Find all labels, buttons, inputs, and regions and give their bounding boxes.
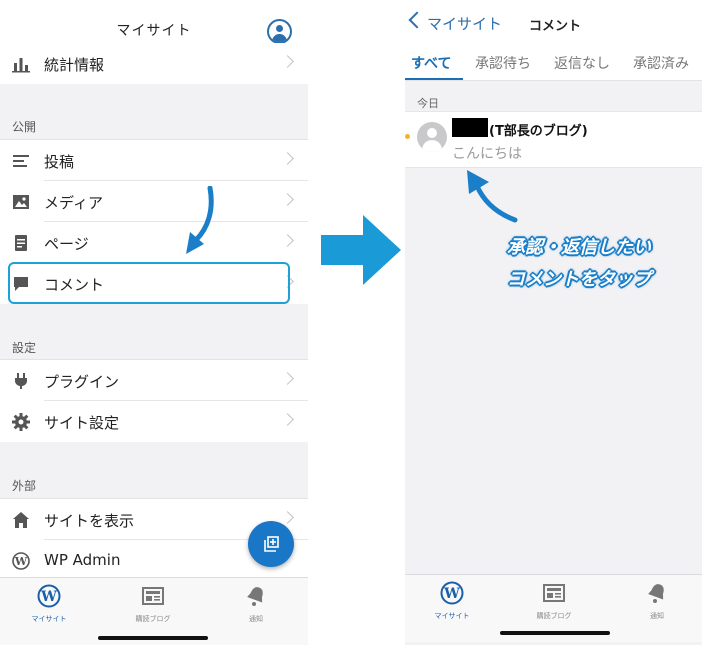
gear-icon: [12, 413, 30, 431]
menu-item-label: 統計情報: [44, 56, 105, 74]
menu-item-label: メディア: [44, 194, 103, 212]
wordpress-icon: W: [12, 552, 30, 570]
annotation-line: 承認・返信したい: [507, 237, 651, 258]
menu-item-label: サイトを表示: [44, 512, 135, 530]
page-title: マイサイト: [116, 23, 192, 39]
tab-reader[interactable]: 購読ブログ: [113, 584, 193, 624]
pointer-arrow-icon: [467, 170, 518, 223]
pointer-arrow-icon: [186, 186, 214, 254]
tab-notifications[interactable]: 通知: [617, 581, 697, 621]
comment-author: (T部長のブログ): [489, 124, 588, 139]
tab-label: マイサイト: [434, 612, 470, 620]
tab-label: 購読ブログ: [135, 615, 171, 623]
chevron-right-icon: [281, 413, 294, 426]
tab-pending[interactable]: 承認待ち: [475, 53, 531, 73]
menu-item-label: プラグイン: [44, 373, 120, 391]
chevron-right-icon: [281, 372, 294, 385]
unread-indicator: [405, 134, 410, 139]
tab-approved[interactable]: 承認済み: [633, 53, 689, 73]
tab-label: 通知: [650, 612, 664, 620]
new-post-button[interactable]: [248, 521, 294, 567]
home-icon: [13, 512, 29, 528]
account-icon[interactable]: [267, 19, 292, 44]
media-icon: [13, 195, 29, 209]
svg-text:W: W: [40, 589, 57, 605]
menu-item-site-settings[interactable]: サイト設定: [0, 401, 308, 442]
bell-icon: [247, 587, 263, 606]
tab-label: 購読ブログ: [536, 612, 572, 620]
arrow-right-icon: [321, 215, 401, 285]
tab-all[interactable]: すべて: [411, 53, 451, 73]
highlight-box: [8, 262, 290, 304]
pages-icon: [15, 235, 27, 251]
active-tab-indicator: [405, 78, 463, 80]
tab-label: 通知: [249, 615, 263, 623]
reader-icon: [543, 584, 565, 602]
tab-label: マイサイト: [31, 615, 67, 623]
chevron-right-icon: [281, 152, 294, 165]
comment-row[interactable]: (T部長のブログ) こんにちは: [405, 111, 702, 168]
home-indicator: [98, 636, 208, 640]
tab-my-site[interactable]: W マイサイト: [9, 584, 89, 624]
menu-item-media[interactable]: メディア: [0, 181, 308, 222]
annotation-callout: 承認・返信したい コメントをタップ: [489, 232, 669, 296]
posts-icon: [13, 155, 29, 167]
new-post-icon: [264, 536, 279, 552]
svg-text:W: W: [14, 555, 28, 568]
chevron-right-icon: [281, 193, 294, 206]
svg-text:W: W: [443, 586, 460, 602]
reader-icon: [142, 587, 164, 605]
tutorial-screenshot: マイサイト 統計情報 公開 投稿 メディア ページ コメント 設定 プラグイン …: [0, 0, 702, 645]
menu-item-label: 投稿: [44, 153, 75, 171]
section-header-publish: 公開: [12, 120, 37, 134]
tab-bar: W マイサイト 購読ブログ 通知: [0, 577, 308, 645]
comment-text: こんにちは: [452, 146, 522, 162]
menu-item-label: ページ: [44, 235, 89, 253]
annotation-line: コメントをタップ: [507, 269, 651, 290]
bell-icon: [648, 584, 664, 603]
menu-item-label: WP Admin: [44, 551, 121, 569]
comments-screen: マイサイト コメント すべて 承認待ち 返信なし 承認済み 今日 (T部長のブロ…: [405, 0, 702, 645]
home-indicator: [500, 631, 610, 635]
tab-my-site[interactable]: W マイサイト: [412, 581, 492, 621]
section-header-settings: 設定: [12, 341, 37, 355]
stats-icon: [12, 58, 30, 73]
chevron-right-icon: [281, 55, 294, 68]
menu-item-pages[interactable]: ページ: [0, 222, 308, 263]
filter-tabs: すべて 承認待ち 返信なし 承認済み: [405, 44, 702, 81]
status-bar: [0, 0, 308, 10]
chevron-right-icon: [281, 511, 294, 524]
tab-reader[interactable]: 購読ブログ: [514, 581, 594, 621]
redacted-name: [452, 118, 488, 137]
menu-item-plugins[interactable]: プラグイン: [0, 360, 308, 401]
chevron-left-icon[interactable]: [408, 11, 426, 29]
avatar: [417, 122, 447, 152]
menu-item-posts[interactable]: 投稿: [0, 140, 308, 181]
wordpress-icon: W: [440, 581, 464, 605]
wordpress-icon: W: [37, 584, 61, 608]
menu-item-label: サイト設定: [44, 414, 120, 432]
back-button[interactable]: マイサイト: [427, 13, 502, 34]
menu-item-stats[interactable]: 統計情報: [0, 43, 308, 84]
page-title: コメント: [529, 19, 582, 34]
nav-header: マイサイト コメント: [405, 0, 702, 44]
tab-notifications[interactable]: 通知: [216, 584, 296, 624]
tab-unreplied[interactable]: 返信なし: [554, 53, 610, 73]
plugin-icon: [15, 373, 27, 389]
chevron-right-icon: [281, 234, 294, 247]
date-header: 今日: [417, 97, 439, 110]
section-header-external: 外部: [12, 479, 37, 493]
my-site-screen: マイサイト 統計情報 公開 投稿 メディア ページ コメント 設定 プラグイン …: [0, 0, 308, 645]
